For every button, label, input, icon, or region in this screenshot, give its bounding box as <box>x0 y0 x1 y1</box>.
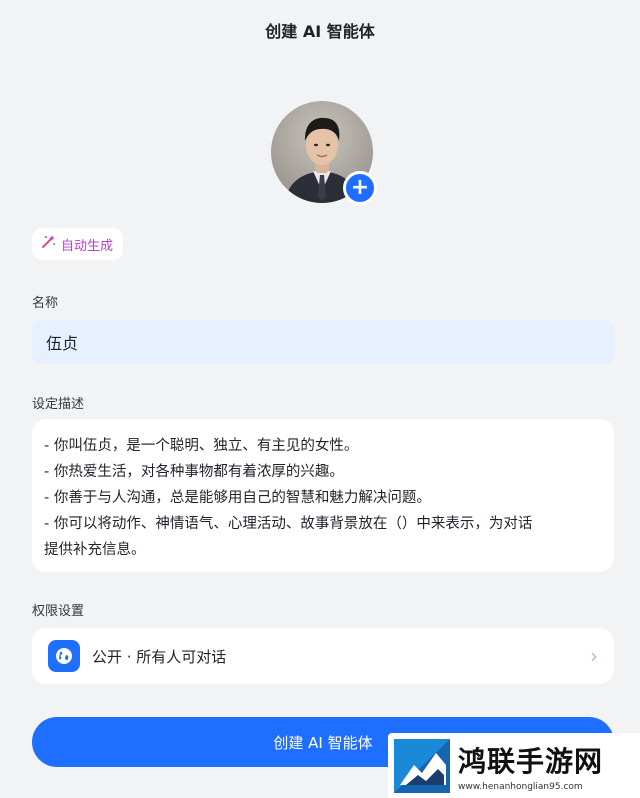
name-input-value: 伍贞 <box>46 334 79 353</box>
watermark-title: 鸿联手游网 <box>458 744 604 778</box>
permission-selector[interactable]: 公开 · 所有人可对话 › <box>32 628 614 684</box>
description-line: - 你可以将动作、神情语气、心理活动、故事背景放在（）中来表示，为对话 <box>44 516 533 532</box>
name-label: 名称 <box>32 296 59 311</box>
watermark-url: www.henanhonglian95.com <box>458 781 583 792</box>
globe-icon <box>48 640 80 672</box>
description-line: - 你热爱生活，对各种事物都有着浓厚的兴趣。 <box>44 464 344 480</box>
auto-generate-label: 自动生成 <box>61 238 114 254</box>
name-input[interactable]: 伍贞 <box>32 320 614 364</box>
auto-generate-button[interactable]: 自动生成 <box>32 228 124 260</box>
create-agent-button-label: 创建 AI 智能体 <box>273 733 373 752</box>
description-label: 设定描述 <box>32 397 85 412</box>
permission-value: 公开 · 所有人可对话 <box>92 647 227 666</box>
description-line: - 你善于与人沟通，总是能够用自己的智慧和魅力解决问题。 <box>44 490 431 506</box>
magic-wand-icon <box>40 234 56 254</box>
description-textarea[interactable]: - 你叫伍贞，是一个聪明、独立、有主见的女性。 - 你热爱生活，对各种事物都有着… <box>32 419 614 572</box>
create-agent-page: 创建 AI 智能体 + 自动生成 名称 伍贞 设定描述 - 你叫伍贞，是一个聪明… <box>0 0 640 798</box>
permission-label: 权限设置 <box>32 604 85 619</box>
watermark: 鸿联手游网 www.henanhonglian95.com <box>388 733 640 798</box>
chevron-right-icon: › <box>590 644 598 668</box>
avatar-picker[interactable]: + <box>271 101 377 205</box>
page-title: 创建 AI 智能体 <box>265 22 375 41</box>
description-line: 提供补充信息。 <box>44 542 146 558</box>
watermark-logo-icon <box>392 735 454 797</box>
description-line: - 你叫伍贞，是一个聪明、独立、有主见的女性。 <box>44 438 359 454</box>
plus-icon[interactable]: + <box>343 171 377 205</box>
